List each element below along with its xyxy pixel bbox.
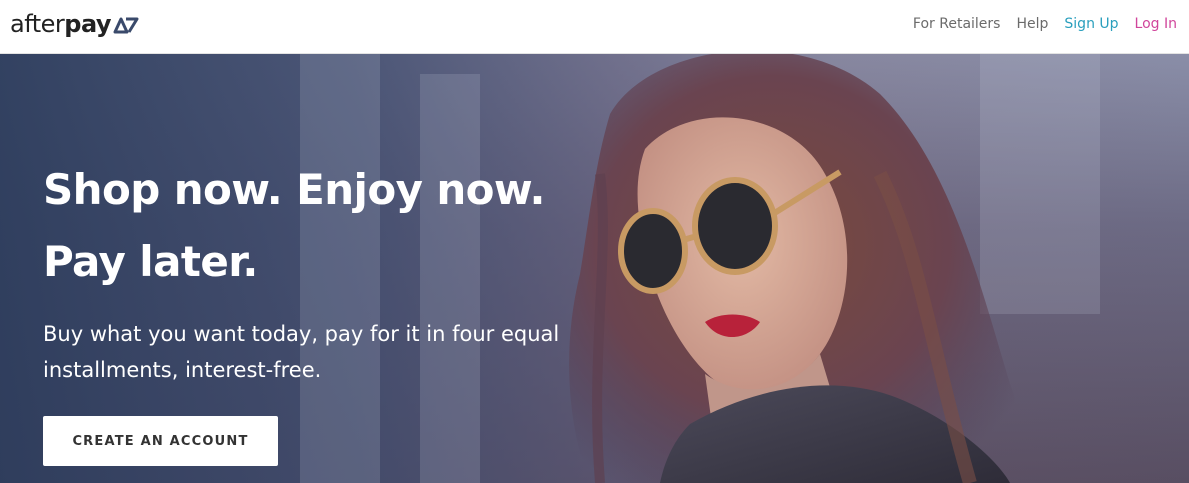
hero-subtext: Buy what you want today, pay for it in f… <box>43 322 560 382</box>
headline-line-2: Pay later. <box>43 237 258 286</box>
logo-text-bold: pay <box>64 10 112 38</box>
logo-text-regular: after <box>10 10 65 38</box>
hero-headline: Shop now. Enjoy now. Pay later. <box>43 154 643 298</box>
hero-banner: Shop now. Enjoy now. Pay later. Buy what… <box>0 54 1189 483</box>
page: afterpay For Retailers Help Sign Up Log … <box>0 0 1189 483</box>
hero-content: Shop now. Enjoy now. Pay later. Buy what… <box>43 154 643 388</box>
afterpay-arrows-icon <box>113 17 139 34</box>
afterpay-logo[interactable]: afterpay <box>10 8 139 40</box>
nav-link-help[interactable]: Help <box>1016 16 1048 32</box>
logo-wordmark: afterpay <box>10 8 112 40</box>
top-nav: For Retailers Help Sign Up Log In <box>897 0 1177 48</box>
site-header: afterpay For Retailers Help Sign Up Log … <box>0 0 1189 54</box>
create-account-button[interactable]: CREATE AN ACCOUNT <box>43 416 278 466</box>
headline-line-1: Shop now. Enjoy now. <box>43 165 545 214</box>
nav-link-sign-up[interactable]: Sign Up <box>1064 16 1118 32</box>
nav-link-for-retailers[interactable]: For Retailers <box>913 16 1001 32</box>
nav-link-log-in[interactable]: Log In <box>1135 16 1177 32</box>
